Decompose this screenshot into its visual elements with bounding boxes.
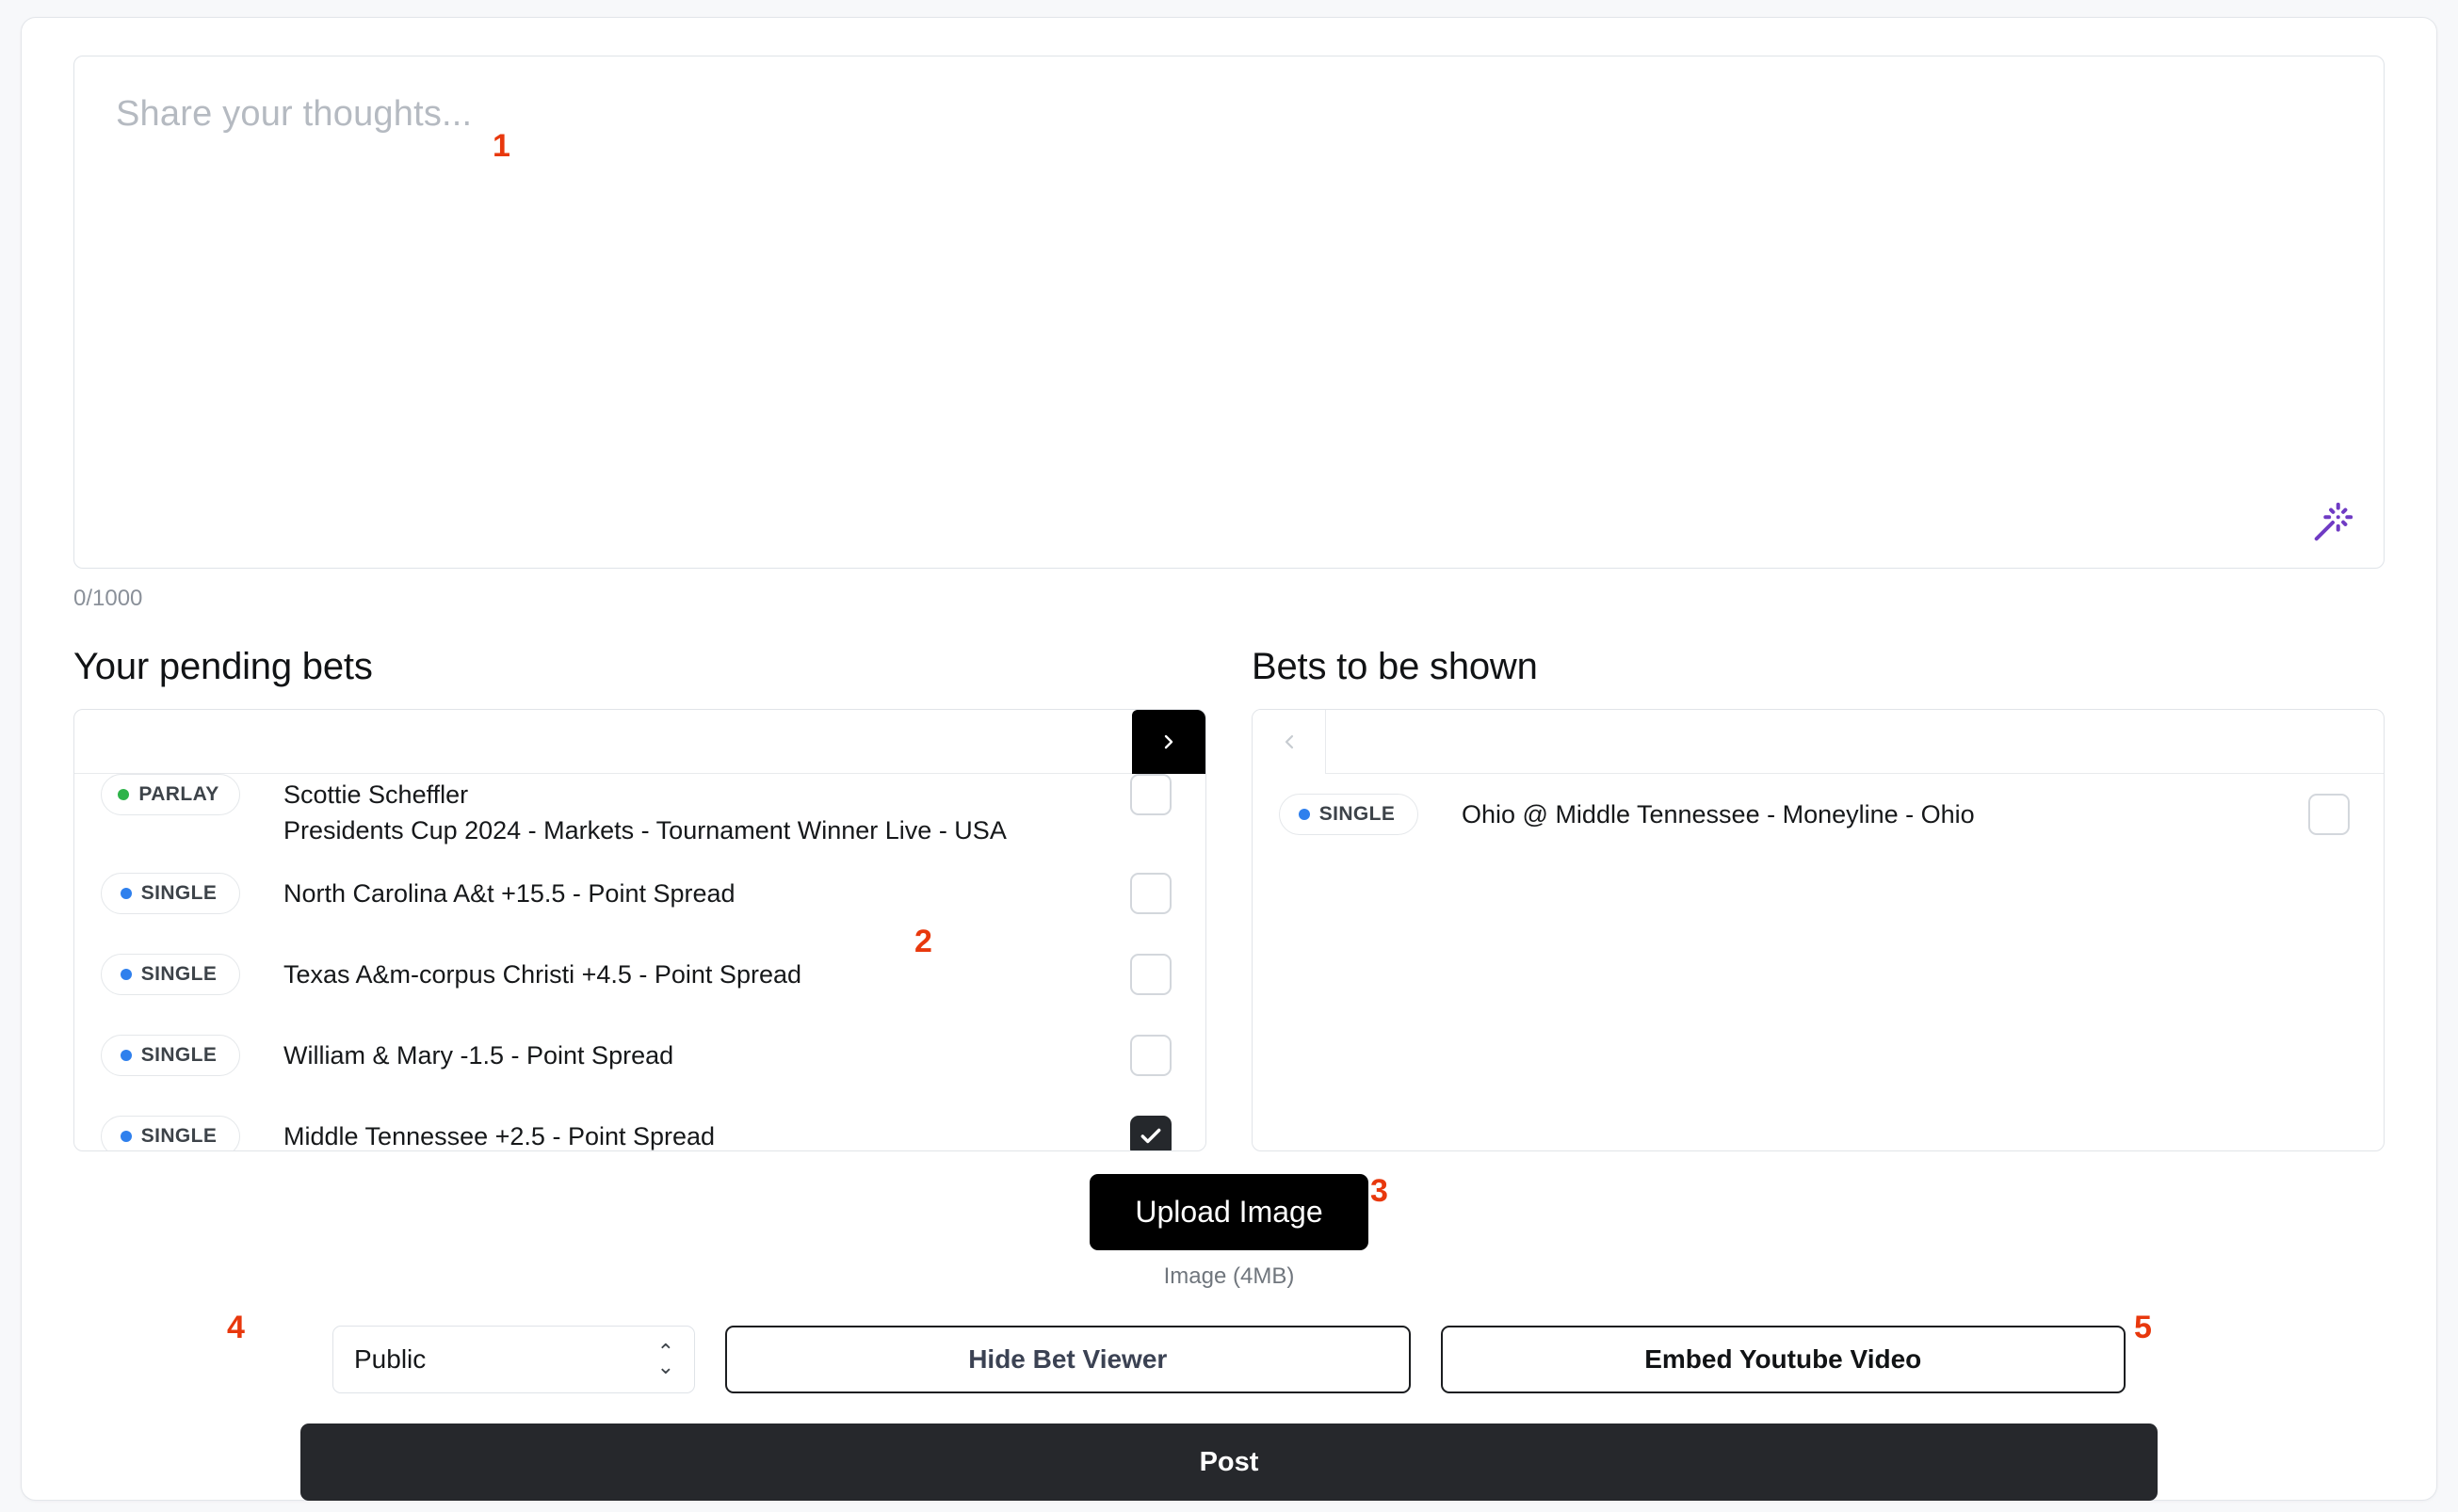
status-dot-icon: [121, 969, 132, 980]
bet-select-checkbox[interactable]: [1130, 1035, 1172, 1076]
status-dot-icon: [121, 888, 132, 899]
bet-type-badge: PARLAY: [101, 774, 240, 815]
bet-type-label: SINGLE: [1319, 803, 1396, 826]
bottom-controls: Public ⌃⌄ Hide Bet Viewer Embed Youtube …: [73, 1326, 2385, 1393]
status-dot-icon: [1299, 809, 1310, 820]
bet-description: William & Mary -1.5 - Point Spread: [240, 1037, 1130, 1073]
bet-type-badge: SINGLE: [101, 873, 240, 914]
pending-bets-nav: [74, 710, 1205, 774]
bet-description: Ohio @ Middle Tennessee - Moneyline - Oh…: [1418, 796, 2308, 832]
bet-row: SINGLE Texas A&m-corpus Christi +4.5 - Po…: [74, 934, 1205, 1015]
visibility-select-wrap: Public ⌃⌄: [332, 1326, 695, 1393]
page-root: Share your thoughts... 0/1000 Your pendi…: [0, 0, 2458, 1512]
upload-image-button[interactable]: Upload Image: [1090, 1174, 1367, 1250]
bet-type-label: SINGLE: [141, 1044, 218, 1067]
status-dot-icon: [121, 1050, 132, 1061]
bet-type-label: SINGLE: [141, 1125, 218, 1148]
post-button[interactable]: Post: [300, 1424, 2158, 1501]
status-dot-icon: [121, 1131, 132, 1142]
bet-type-label: SINGLE: [141, 882, 218, 905]
bet-type-badge: SINGLE: [1279, 794, 1418, 835]
embed-youtube-button[interactable]: Embed Youtube Video: [1441, 1326, 2126, 1393]
magic-wand-icon[interactable]: [2308, 498, 2357, 547]
bet-type-badge: SINGLE: [101, 954, 240, 995]
post-text-area[interactable]: Share your thoughts...: [73, 56, 2385, 569]
bet-select-checkbox[interactable]: [1130, 774, 1172, 815]
visibility-select[interactable]: Public: [332, 1326, 695, 1393]
bet-type-label: SINGLE: [141, 963, 218, 986]
bet-description: 2024-2025 FedEx Cup -FedEx Cup Winner - …: [240, 774, 1130, 848]
bet-select-checkbox[interactable]: [1130, 1116, 1172, 1150]
post-textarea-placeholder: Share your thoughts...: [116, 94, 472, 135]
pending-bets-panel: PARLAY 2024-2025 FedEx Cup -FedEx Cup Win…: [73, 709, 1206, 1151]
upload-image-area: Upload Image Image (4MB): [73, 1174, 2385, 1290]
shown-bets-column: Bets to be shown SINGLE Ohio @ Middle Ten…: [1252, 646, 2385, 1151]
bet-row: SINGLE William & Mary -1.5 - Point Spread: [74, 1015, 1205, 1096]
bet-row: SINGLE North Carolina A&t +15.5 - Point S…: [74, 853, 1205, 934]
character-counter: 0/1000: [73, 586, 2385, 612]
pending-bets-list[interactable]: PARLAY 2024-2025 FedEx Cup -FedEx Cup Win…: [74, 774, 1205, 1150]
bet-description: Middle Tennessee +2.5 - Point Spread: [240, 1118, 1130, 1150]
shown-bets-panel: SINGLE Ohio @ Middle Tennessee - Moneylin…: [1252, 709, 2385, 1151]
upload-size-hint: Image (4MB): [1164, 1263, 1295, 1290]
hide-bet-viewer-button[interactable]: Hide Bet Viewer: [725, 1326, 1411, 1393]
shown-bets-nav: [1253, 710, 2384, 774]
bet-row: SINGLE Ohio @ Middle Tennessee - Moneylin…: [1253, 774, 2384, 855]
bet-type-badge: SINGLE: [101, 1035, 240, 1076]
bet-row: SINGLE Middle Tennessee +2.5 - Point Spre…: [74, 1096, 1205, 1150]
bet-type-badge: SINGLE: [101, 1116, 240, 1150]
post-composer-card: Share your thoughts... 0/1000 Your pendi…: [21, 17, 2437, 1501]
shown-bets-list[interactable]: SINGLE Ohio @ Middle Tennessee - Moneylin…: [1253, 774, 2384, 1150]
next-page-button[interactable]: [1132, 710, 1205, 774]
status-dot-icon: [118, 789, 129, 800]
bet-columns: Your pending bets PARLAY 2024-2025 FedEx …: [73, 646, 2385, 1151]
shown-bets-title: Bets to be shown: [1252, 646, 2385, 688]
bet-description: Texas A&m-corpus Christi +4.5 - Point Sp…: [240, 957, 1130, 992]
bet-row: PARLAY 2024-2025 FedEx Cup -FedEx Cup Win…: [74, 774, 1205, 853]
bet-select-checkbox[interactable]: [1130, 873, 1172, 914]
pending-bets-column: Your pending bets PARLAY 2024-2025 FedEx …: [73, 646, 1206, 1151]
prev-page-button[interactable]: [1253, 710, 1326, 774]
bet-type-label: PARLAY: [138, 783, 218, 806]
bet-description: North Carolina A&t +15.5 - Point Spread: [240, 876, 1130, 911]
bet-select-checkbox[interactable]: [1130, 954, 1172, 995]
bet-select-checkbox[interactable]: [2308, 794, 2350, 835]
pending-bets-title: Your pending bets: [73, 646, 1206, 688]
